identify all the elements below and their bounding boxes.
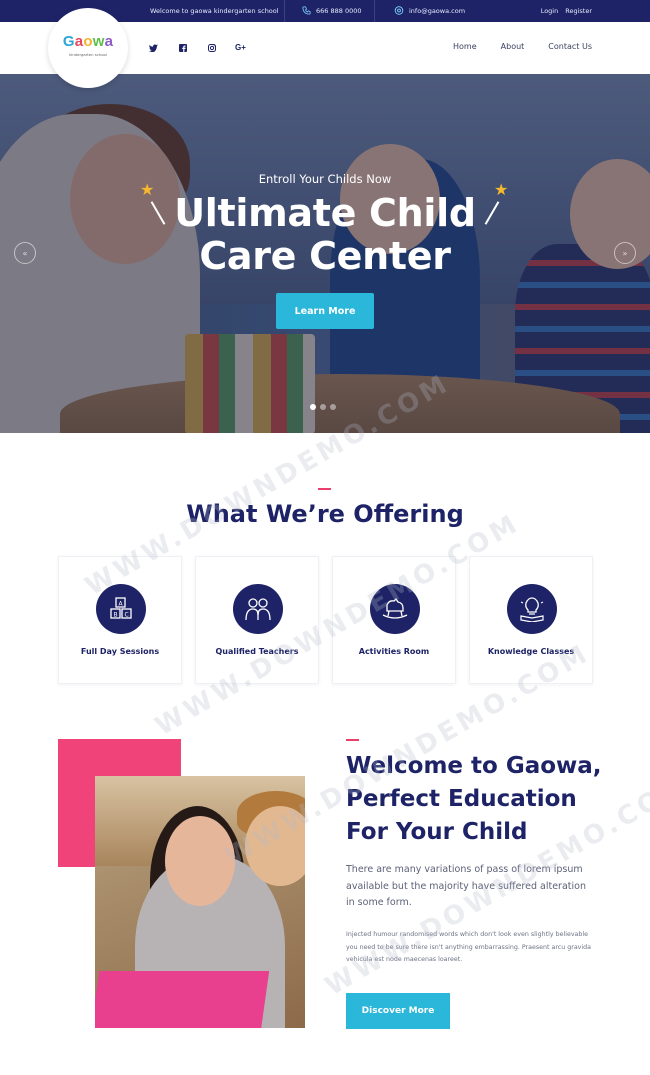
nav-contact[interactable]: Contact Us	[548, 42, 592, 51]
slider-dot[interactable]	[320, 404, 326, 410]
offering-title: What We’re Offering	[186, 500, 464, 528]
email-icon	[394, 6, 404, 15]
svg-text:C: C	[125, 611, 129, 618]
logo-letter: G	[62, 33, 75, 50]
hero-title: Ultimate Child Care Center	[0, 192, 650, 278]
welcome-text: Welcome to gaowa kindergarten school	[150, 7, 279, 15]
offering-card[interactable]: Qualified Teachers	[195, 556, 319, 684]
logo[interactable]: Gaowa kindergarten school	[48, 8, 128, 88]
nav-about[interactable]: About	[501, 42, 525, 51]
instagram-icon[interactable]	[206, 42, 217, 53]
star-icon: ★	[494, 180, 509, 199]
email-address: info@gaowa.com	[409, 6, 466, 15]
offering-card-label: Qualified Teachers	[215, 647, 299, 656]
offering-card[interactable]: Activities Room	[332, 556, 456, 684]
hero-eyebrow: Entroll Your Childs Now	[258, 172, 392, 186]
login-link[interactable]: Login	[541, 7, 559, 15]
chevrons-left-icon: «	[22, 248, 28, 258]
welcome-title-line: Perfect Education	[346, 786, 577, 812]
slider-prev-button[interactable]: «	[14, 242, 36, 264]
lightbulb-book-icon	[507, 584, 557, 634]
slider-dots	[310, 404, 336, 410]
chevrons-right-icon: »	[622, 248, 628, 258]
section-accent	[346, 739, 359, 741]
facebook-icon[interactable]	[177, 42, 188, 53]
slider-dot[interactable]	[310, 404, 316, 410]
welcome-photo	[95, 776, 305, 1028]
learn-more-button[interactable]: Learn More	[276, 293, 374, 329]
section-accent	[318, 488, 331, 490]
offering-card-label: Full Day Sessions	[80, 647, 160, 656]
offering-card-label: Knowledge Classes	[487, 647, 575, 656]
welcome-title-line: Welcome to Gaowa,	[346, 753, 602, 779]
phone-number: 666 888 0000	[316, 6, 362, 15]
twitter-icon[interactable]	[148, 42, 159, 53]
offering-cards: ABC Full Day Sessions Qualified Teachers…	[58, 556, 593, 684]
logo-letter: a	[104, 33, 114, 50]
star-icon: ★	[140, 180, 155, 199]
hero-title-line: Ultimate Child	[174, 191, 476, 235]
auth-links: Login Register	[541, 7, 592, 15]
blocks-icon: ABC	[96, 584, 146, 634]
logo-wordmark: Gaowa	[58, 33, 118, 50]
offering-card-label: Activities Room	[358, 647, 430, 656]
register-link[interactable]: Register	[565, 7, 592, 15]
svg-text:B: B	[114, 611, 118, 618]
social-links: G+	[148, 42, 246, 53]
rocking-horse-icon	[370, 584, 420, 634]
nav-home[interactable]: Home	[453, 42, 477, 51]
photo-woman-face	[165, 816, 235, 906]
logo-letter: o	[83, 33, 93, 50]
hero-slider: Entroll Your Childs Now Ultimate Child C…	[0, 74, 650, 433]
google-plus-icon[interactable]: G+	[235, 42, 246, 53]
phone-contact[interactable]: 666 888 0000	[302, 6, 362, 15]
divider	[284, 0, 285, 22]
slider-dot[interactable]	[330, 404, 336, 410]
hero-title-line: Care Center	[199, 234, 451, 278]
slider-next-button[interactable]: »	[614, 242, 636, 264]
offering-card[interactable]: Knowledge Classes	[469, 556, 593, 684]
discover-more-button[interactable]: Discover More	[346, 993, 450, 1029]
welcome-title-line: For Your Child	[346, 819, 528, 845]
email-contact[interactable]: info@gaowa.com	[394, 6, 465, 15]
main-nav: Home About Contact Us	[453, 42, 592, 51]
teachers-icon	[233, 584, 283, 634]
offering-card[interactable]: ABC Full Day Sessions	[58, 556, 182, 684]
divider	[374, 0, 375, 22]
welcome-lead: There are many variations of pass of lor…	[346, 864, 586, 908]
welcome-title: Welcome to Gaowa, Perfect Education For …	[346, 750, 616, 849]
welcome-body: Injected humour randomised words which d…	[346, 931, 592, 963]
photo-basket	[95, 971, 270, 1028]
logo-letter: w	[92, 33, 105, 50]
svg-text:A: A	[119, 600, 124, 607]
phone-icon	[302, 6, 311, 15]
logo-subtitle: kindergarten school	[69, 52, 107, 57]
